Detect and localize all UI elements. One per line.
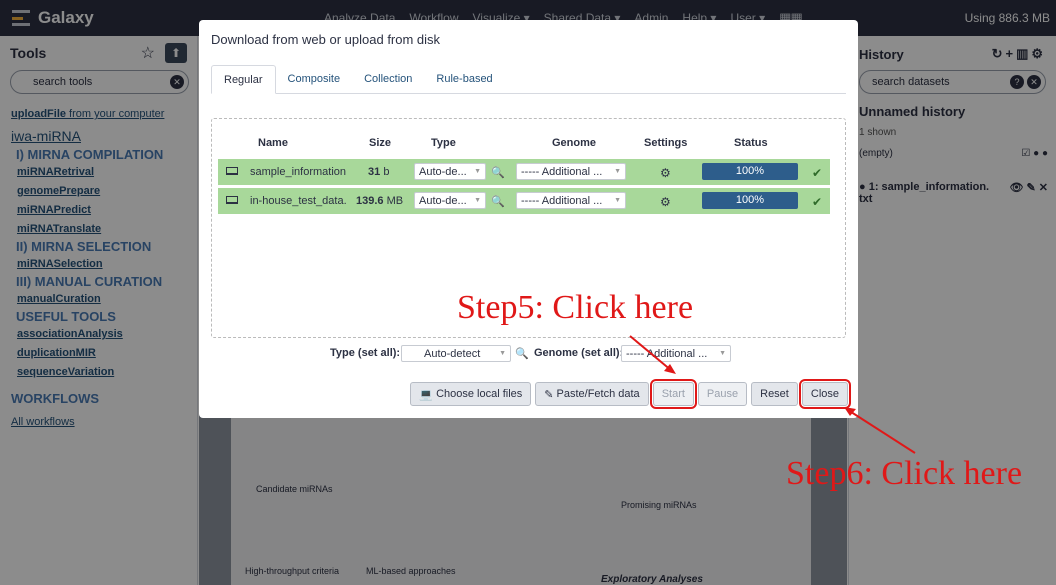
- annotation-arrows: [629, 335, 916, 454]
- step5-arrow: [629, 335, 673, 372]
- step6-arrow: [847, 409, 916, 454]
